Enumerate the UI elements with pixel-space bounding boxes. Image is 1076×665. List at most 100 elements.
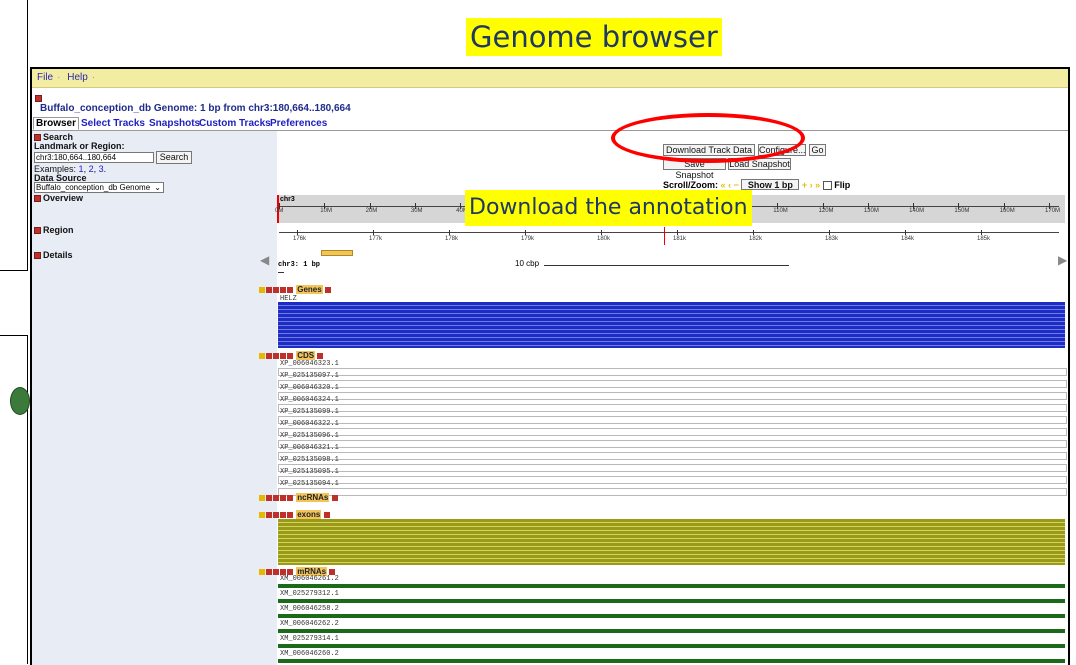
cds-feature-bar[interactable] [278,452,1067,460]
region-tick-label: 178k [445,236,459,242]
region-tick [601,230,602,235]
overview-chrom-label: chr3 [280,196,295,203]
region-tick-label: 179k [521,236,535,242]
region-tick [829,230,830,235]
mrna-feature-label: XM_025279312.1 [280,590,339,598]
mrna-feature-bar[interactable] [278,584,1065,588]
tab-browser[interactable]: Browser [33,117,80,130]
menu-file[interactable]: File [37,72,53,83]
cds-feature-label: XP_025135099.1 [280,408,339,416]
tab-snapshots[interactable]: Snapshots [149,118,200,129]
tab-select-tracks[interactable]: Select Tracks [81,118,145,129]
overview-tick-label: 160M [999,208,1015,214]
genes-track-header[interactable]: Genes [259,285,332,295]
cds-feature-bar[interactable] [278,440,1067,448]
cds-feature-label: XP_006046323.1 [280,360,339,368]
cds-feature-bar[interactable] [278,428,1067,436]
landmark-label: Landmark or Region: [34,141,125,151]
overview-tick-label: 130M [863,208,879,214]
cds-feature-label: XP_006046321.1 [280,444,339,452]
flip-checkbox[interactable] [822,181,832,191]
cds-track-label: CDS [296,351,316,360]
step-left-icon[interactable]: ‹ [728,180,731,190]
region-section[interactable]: Region [34,225,74,235]
genes-feature-block[interactable] [278,302,1065,348]
overview-tick-label: 170M [1045,208,1061,214]
ncrnas-track-header[interactable]: ncRNAs [259,493,339,503]
zoom-in-icon[interactable]: + [802,180,807,190]
region-tick-label: 181k [673,236,687,242]
region-tick [297,230,298,235]
region-tick-label: 180k [597,236,611,242]
cds-feature-label: XP_025135096.1 [280,432,339,440]
scroll-left-icon[interactable]: « [721,180,726,190]
zoom-out-icon[interactable]: − [734,180,739,190]
zoom-select[interactable]: Show 1 bp [741,179,800,190]
overview-tick-label: 0M [275,208,284,214]
slide-heading: Genome browser [466,18,722,56]
mrna-feature-bar[interactable] [278,599,1065,603]
tab-preferences[interactable]: Preferences [270,118,327,129]
details-scale-label: 10 cbp [515,259,540,268]
cds-feature-bar[interactable] [278,368,1067,376]
mrna-feature-bar[interactable] [278,644,1065,648]
cds-feature-bar[interactable] [278,488,1067,496]
region-tick-label: 185k [977,236,991,242]
browser-screenshot: File · Help · Buffalo_conception_db Genome… [30,67,1070,665]
overview-tick-label: 10M [320,208,332,214]
exons-feature-block[interactable] [278,519,1065,565]
scroll-left-arrow-icon[interactable]: ◀ [260,253,269,267]
landmark-input[interactable]: chr3:180,664..180,664 [34,152,154,163]
scroll-right-arrow-icon[interactable]: ▶ [1058,253,1067,267]
ncrnas-track-label: ncRNAs [296,493,330,502]
exons-track-label: exons [296,510,322,519]
overview-tick-label: 110M [773,208,788,214]
cds-feature-bar[interactable] [278,476,1067,484]
mrna-feature-bar[interactable] [278,614,1065,618]
example-link-3[interactable]: 3 [99,164,104,174]
mrna-feature-label: XM_006046261.2 [280,575,339,583]
cds-feature-bar[interactable] [278,416,1067,424]
page-title: Buffalo_conception_db Genome: 1 bp from … [40,103,351,114]
overview-tick-label: 140M [909,208,925,214]
annotation-callout: Download the annotation [465,190,752,226]
menu-bar: File · Help · [32,69,1068,88]
tab-custom-tracks[interactable]: Custom Tracks [199,118,271,129]
collapse-icon[interactable] [35,95,42,102]
step-right-icon[interactable]: › [810,180,813,190]
highlight-circle [611,113,805,163]
region-tick-label: 182k [749,236,763,242]
cds-feature-label: XP_006046324.1 [280,396,339,404]
tab-bar: Browser Select Tracks Snapshots Custom T… [32,117,1068,131]
cds-feature-bar[interactable] [278,380,1067,388]
region-tick [981,230,982,235]
region-tick [905,230,906,235]
cds-feature-label: XP_006046322.1 [280,420,339,428]
mrna-feature-bar[interactable] [278,629,1065,633]
scale-bar [544,265,789,266]
region-tick [677,230,678,235]
region-tick-label: 184k [901,236,915,242]
mrna-feature-label: XM_025279314.1 [280,635,339,643]
region-tick-label: 183k [825,236,839,242]
search-button[interactable]: Search [156,151,192,164]
details-highlight [321,250,353,256]
cds-feature-bar[interactable] [278,404,1067,412]
details-section[interactable]: Details [34,250,73,260]
region-tick [753,230,754,235]
region-tick-label: 176k [293,236,307,242]
overview-tick-label: 30M [410,208,423,214]
menu-help[interactable]: Help [67,72,88,83]
overview-section[interactable]: Overview [34,193,83,203]
mrna-feature-bar[interactable] [278,659,1065,663]
example-link-2[interactable]: 2 [89,164,94,174]
data-source-select[interactable]: Buffalo_conception_db Genome ⌄ [34,182,164,193]
scroll-right-icon[interactable]: » [815,180,820,190]
cds-feature-bar[interactable] [278,464,1067,472]
overview-tick-label: 20M [365,208,378,214]
logo-icon [10,387,30,415]
region-tick [525,230,526,235]
cds-feature-bar[interactable] [278,392,1067,400]
go-button[interactable]: Go [809,144,826,156]
region-ruler[interactable]: 176k 177k 178k 179k 180k 181k 182k 183k 184k 185k [277,227,1065,247]
